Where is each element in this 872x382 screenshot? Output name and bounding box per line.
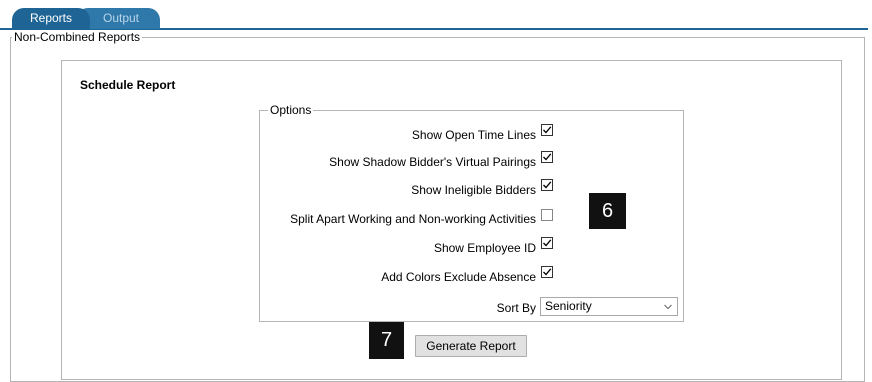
sort-by-label: Sort By: [496, 301, 536, 315]
checkbox-colors-exclude-absence[interactable]: [541, 266, 553, 278]
option-label-colors-exclude-absence: Add Colors Exclude Absence: [381, 270, 536, 284]
option-label-employee-id: Show Employee ID: [433, 241, 536, 255]
callout-badge-6: 6: [589, 193, 626, 229]
checkbox-ineligible-bidders[interactable]: [541, 179, 553, 191]
option-label-ineligible-bidders: Show Ineligible Bidders: [411, 183, 536, 197]
options-legend: Options: [268, 103, 314, 117]
option-label-split-apart: Split Apart Working and Non-working Acti…: [290, 212, 536, 226]
chevron-down-icon: [663, 298, 673, 315]
checkbox-split-apart[interactable]: [541, 209, 553, 221]
non-combined-reports-legend: Non-Combined Reports: [12, 30, 143, 44]
callout-badge-7: 7: [369, 322, 404, 359]
option-label-shadow-bidder: Show Shadow Bidder's Virtual Pairings: [329, 155, 536, 169]
generate-report-button[interactable]: Generate Report: [415, 335, 527, 357]
tab-reports[interactable]: Reports: [12, 8, 90, 29]
option-label-open-time-lines: Show Open Time Lines: [411, 128, 536, 142]
checkbox-open-time-lines[interactable]: [541, 124, 553, 136]
checkbox-employee-id[interactable]: [541, 237, 553, 249]
schedule-report-title: Schedule Report: [80, 78, 176, 92]
sort-by-value: Seniority: [545, 299, 592, 313]
checkbox-shadow-bidder[interactable]: [541, 151, 553, 163]
sort-by-select[interactable]: Seniority: [540, 297, 678, 316]
